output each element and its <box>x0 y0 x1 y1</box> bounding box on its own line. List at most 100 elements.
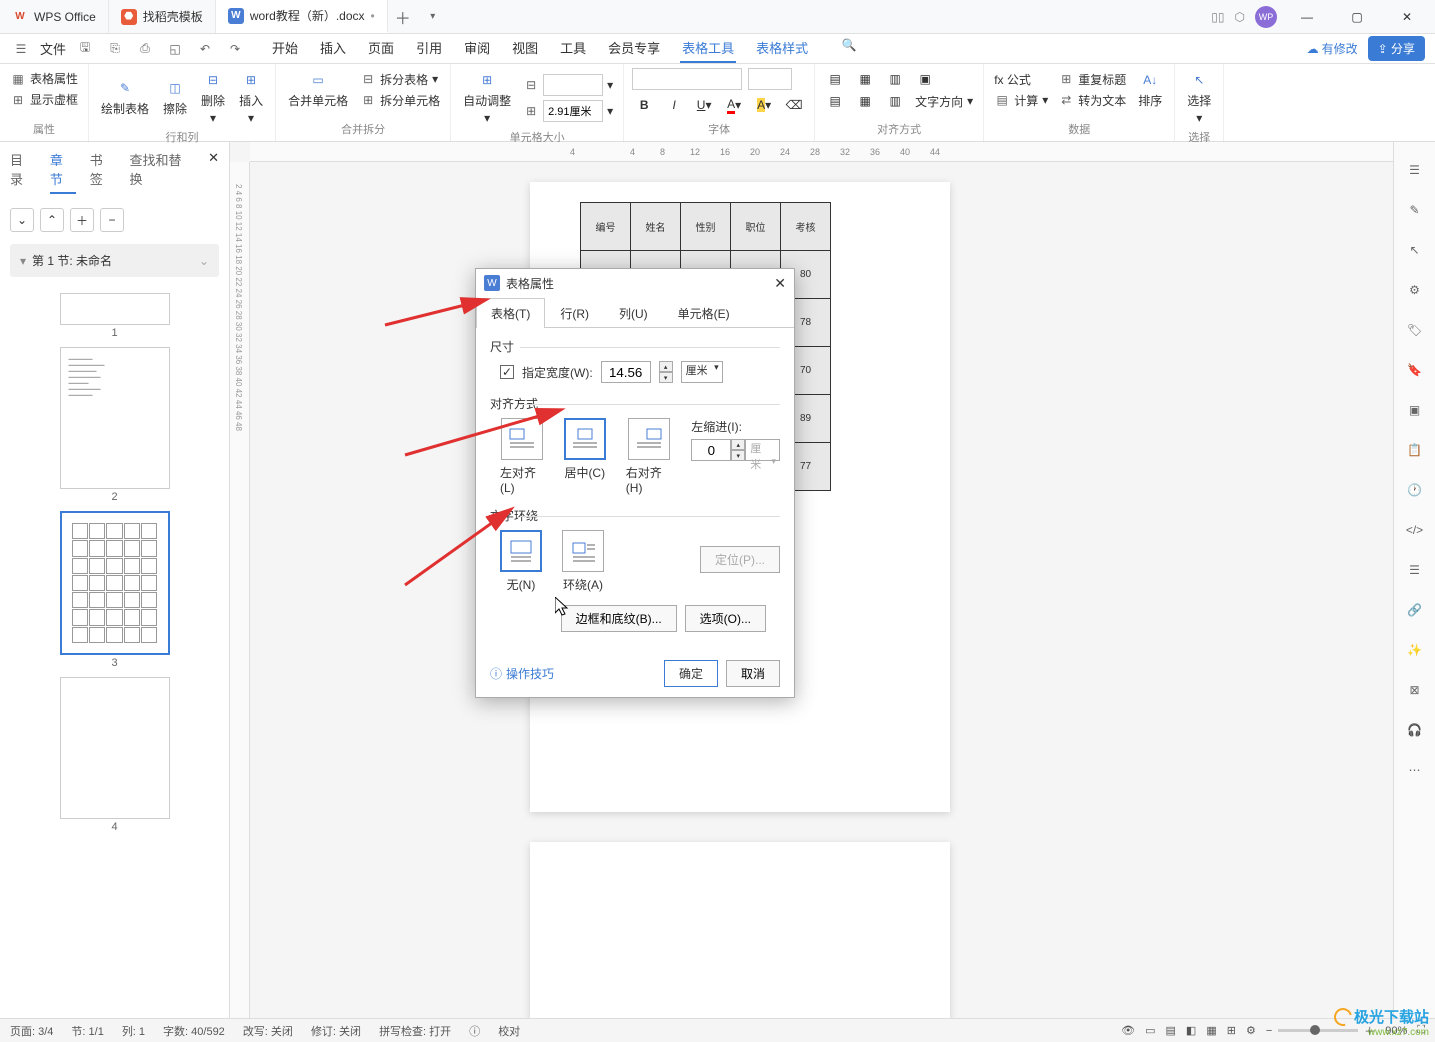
page-thumbnail-3[interactable] <box>60 511 170 655</box>
insert-button[interactable]: ⊞插入▾ <box>235 68 267 127</box>
sidepanel-close-button[interactable]: ✕ <box>208 150 219 194</box>
sp-tab-bookmark[interactable]: 书签 <box>90 150 116 194</box>
menu-tab-page[interactable]: 页面 <box>366 34 396 63</box>
table-row[interactable]: 编号 姓名 性别 职位 考核 <box>581 203 831 251</box>
font-family-select[interactable] <box>632 68 742 90</box>
rt-sparkle-icon[interactable]: ✨ <box>1403 638 1427 662</box>
rt-support-icon[interactable]: 🎧 <box>1403 718 1427 742</box>
sp-tab-findreplace[interactable]: 查找和替换 <box>130 150 195 194</box>
draw-table-button[interactable]: ✎绘制表格 <box>97 76 153 119</box>
maximize-button[interactable]: ▢ <box>1337 2 1377 32</box>
status-proof-icon[interactable]: ⓘ <box>469 1023 480 1039</box>
spec-width-checkbox[interactable]: ✓ <box>500 365 514 379</box>
settings-gear-icon[interactable]: ⚙ <box>1246 1024 1256 1037</box>
row-height-input[interactable] <box>543 74 603 96</box>
app-title-tab[interactable]: W WPS Office <box>0 0 109 33</box>
align-center-option[interactable]: 居中(C) <box>564 418 606 495</box>
export-icon[interactable]: ⎘ <box>104 38 126 60</box>
align-ml-button[interactable]: ▤ <box>823 90 847 112</box>
indent-spin-down[interactable]: ▾ <box>731 450 745 461</box>
rt-link-icon[interactable]: 🔗 <box>1403 598 1427 622</box>
font-color-button[interactable]: A▾ <box>722 94 746 116</box>
width-unit-select[interactable]: 厘米 <box>681 361 723 383</box>
menu-tab-table-tools[interactable]: 表格工具 <box>680 34 736 63</box>
convert-text-button[interactable]: ⇄转为文本 <box>1056 90 1128 111</box>
menu-tab-view[interactable]: 视图 <box>510 34 540 63</box>
table-properties-button[interactable]: ▦表格属性 <box>8 68 80 89</box>
dialog-tab-column[interactable]: 列(U) <box>604 298 663 328</box>
add-section-button[interactable]: ＋ <box>70 208 94 232</box>
align-tc-button[interactable]: ▦ <box>853 68 877 90</box>
align-tr-button[interactable]: ▥ <box>883 68 907 90</box>
rt-clipboard-icon[interactable]: 📋 <box>1403 438 1427 462</box>
wrap-around-option[interactable]: 环绕(A) <box>562 530 604 593</box>
split-cells-button[interactable]: ⊞拆分单元格 <box>358 90 442 111</box>
user-avatar[interactable]: WP <box>1255 6 1277 28</box>
select-button[interactable]: ↖选择▾ <box>1183 68 1215 127</box>
underline-button[interactable]: U▾ <box>692 94 716 116</box>
rt-boxx-icon[interactable]: ⊠ <box>1403 678 1427 702</box>
view-eye-icon[interactable]: 👁 <box>1121 1024 1135 1037</box>
status-proof[interactable]: 校对 <box>498 1023 520 1039</box>
indent-input[interactable] <box>691 439 731 461</box>
undo-icon[interactable]: ↶ <box>194 38 216 60</box>
border-shading-button[interactable]: 边框和底纹(B)... <box>561 605 677 632</box>
document-page-4[interactable] <box>530 842 950 1018</box>
menu-tab-insert[interactable]: 插入 <box>318 34 348 63</box>
rt-list-icon[interactable]: ☰ <box>1403 558 1427 582</box>
view-outline-icon[interactable]: ▦ <box>1206 1024 1216 1037</box>
hamburger-icon[interactable]: ☰ <box>10 38 32 60</box>
redo-icon[interactable]: ↷ <box>224 38 246 60</box>
minimize-button[interactable]: — <box>1287 2 1327 32</box>
remove-section-button[interactable]: − <box>100 208 124 232</box>
menu-tab-reference[interactable]: 引用 <box>414 34 444 63</box>
dialog-tab-table[interactable]: 表格(T) <box>476 298 545 328</box>
rt-select-icon[interactable]: ↖ <box>1403 238 1427 262</box>
section-item[interactable]: ▾ 第 1 节: 未命名 ⌄ <box>10 244 219 277</box>
share-button[interactable]: ⇪ 分享 <box>1368 36 1425 61</box>
page-thumbnail-2[interactable]: ▬▬▬▬▬▬▬▬▬▬▬▬▬▬▬▬▬▬▬▬▬▬▬▬▬▬▬▬▬▬▬▬▬▬▬▬▬▬▬▬… <box>60 347 170 489</box>
calculate-button[interactable]: ▤计算▾ <box>992 90 1050 111</box>
cancel-button[interactable]: 取消 <box>726 660 780 687</box>
rt-hamburger-icon[interactable]: ☰ <box>1403 158 1427 182</box>
menu-tab-start[interactable]: 开始 <box>270 34 300 63</box>
sort-button[interactable]: A↓排序 <box>1134 68 1166 111</box>
indent-unit-select[interactable]: 厘米 <box>745 439 780 461</box>
bold-button[interactable]: B <box>632 94 656 116</box>
zoom-out-button[interactable]: − <box>1266 1025 1272 1037</box>
italic-button[interactable]: I <box>662 94 686 116</box>
clear-format-button[interactable]: ⌫ <box>782 94 806 116</box>
menu-tab-tools[interactable]: 工具 <box>558 34 588 63</box>
width-spin-up[interactable]: ▴ <box>659 361 673 372</box>
window-close-button[interactable]: ✕ <box>1387 2 1427 32</box>
align-tl-button[interactable]: ▤ <box>823 68 847 90</box>
search-icon[interactable]: 🔍 <box>838 34 860 56</box>
col-width-input[interactable] <box>543 100 603 122</box>
has-edit-indicator[interactable]: ☁有修改 <box>1307 40 1358 57</box>
save-icon[interactable]: 🖫 <box>74 38 96 60</box>
cell-margin-button[interactable]: ▣ <box>913 68 937 90</box>
page-thumbnail-4[interactable] <box>60 677 170 819</box>
delete-button[interactable]: ⊟删除▾ <box>197 68 229 127</box>
table-header-cell[interactable]: 姓名 <box>631 203 681 251</box>
menu-tab-table-style[interactable]: 表格样式 <box>754 34 810 63</box>
dialog-close-button[interactable]: ✕ <box>774 275 786 292</box>
align-right-option[interactable]: 右对齐(H) <box>626 418 672 495</box>
rt-tag-icon[interactable]: 🏷 <box>1403 318 1427 342</box>
sp-tab-toc[interactable]: 目录 <box>10 150 36 194</box>
eraser-button[interactable]: ◫擦除 <box>159 76 191 119</box>
tab-dropdown[interactable]: ▾ <box>418 0 448 33</box>
options-button[interactable]: 选项(O)... <box>685 605 766 632</box>
rt-code-icon[interactable]: </> <box>1403 518 1427 542</box>
dialog-titlebar[interactable]: W 表格属性 ✕ <box>476 269 794 297</box>
table-header-cell[interactable]: 性别 <box>681 203 731 251</box>
dialog-tab-row[interactable]: 行(R) <box>545 298 604 328</box>
table-header-cell[interactable]: 考核 <box>781 203 831 251</box>
view-grid-icon[interactable]: ⊞ <box>1227 1024 1236 1037</box>
rt-more-icon[interactable]: ⋯ <box>1403 758 1427 782</box>
status-revise[interactable]: 改写: 关闭 <box>243 1023 293 1039</box>
sp-tab-chapter[interactable]: 章节 <box>50 150 76 194</box>
collapse-all-button[interactable]: ⌄ <box>10 208 34 232</box>
status-spell[interactable]: 拼写检查: 打开 <box>379 1023 451 1039</box>
width-spin-down[interactable]: ▾ <box>659 372 673 383</box>
